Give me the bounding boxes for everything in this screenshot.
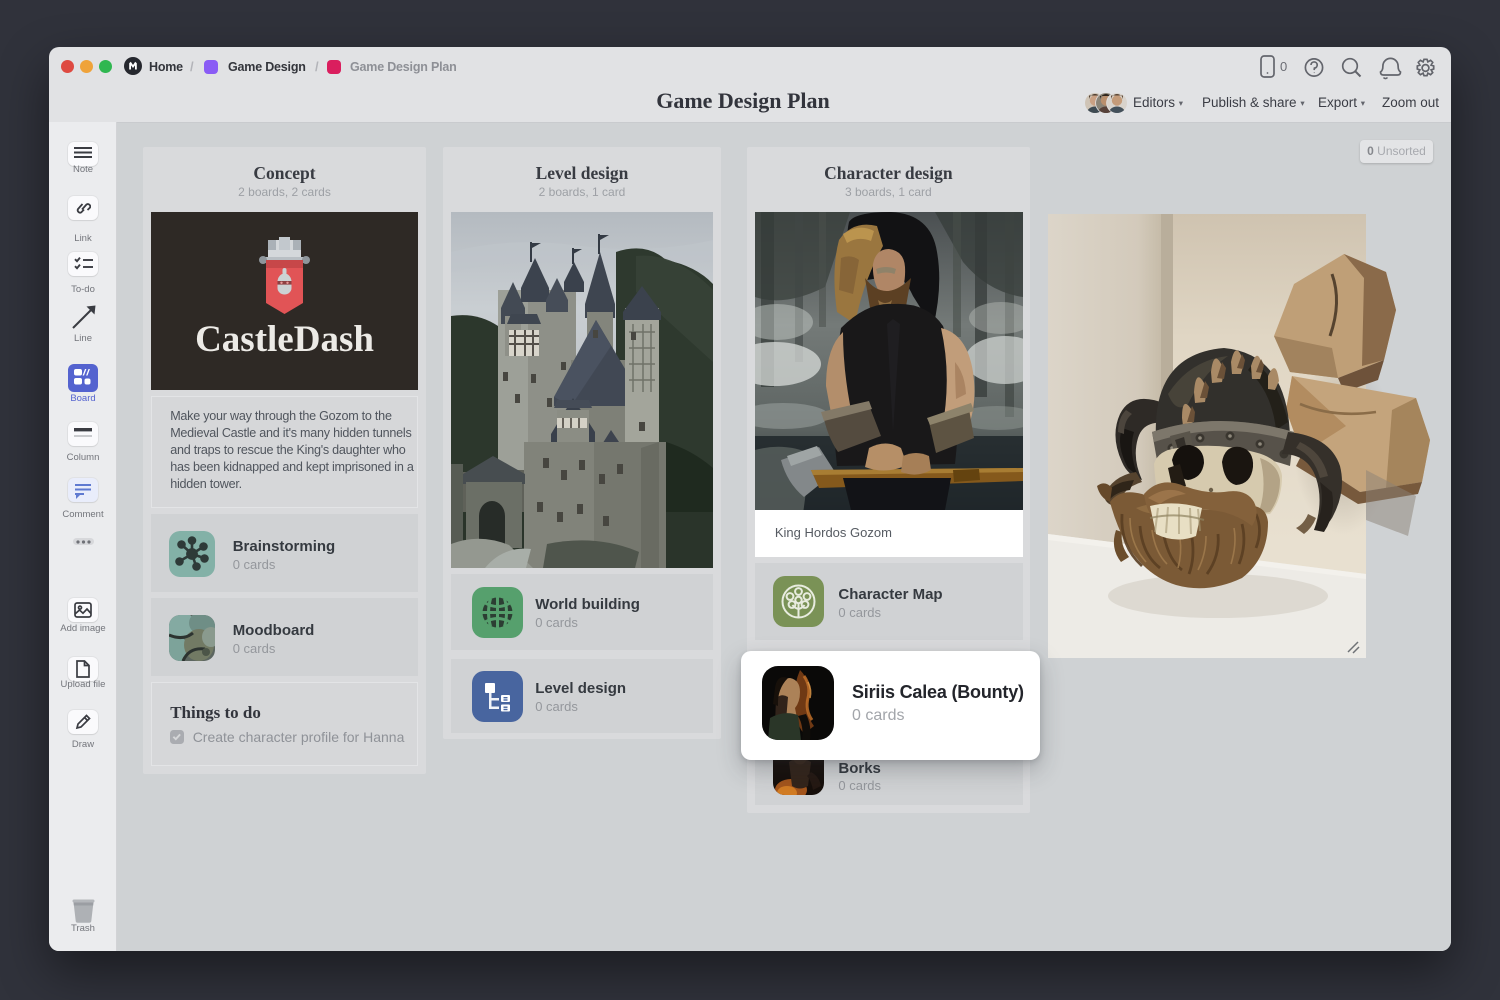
svg-text:CastleDash: CastleDash bbox=[195, 319, 374, 360]
